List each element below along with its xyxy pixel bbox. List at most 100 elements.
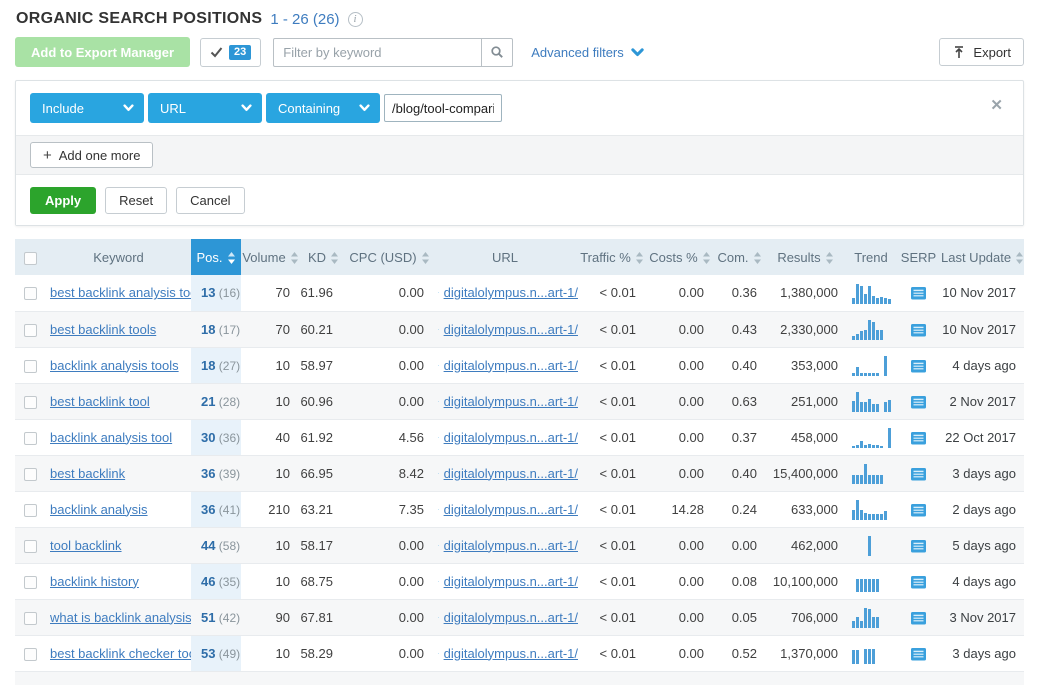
keyword-cell: best backlink tools [46,311,191,347]
keyword-link[interactable]: what is backlink analysis [50,610,191,625]
keyword-link[interactable]: backlink analysis tools [50,358,179,373]
serp-icon[interactable] [911,396,926,409]
serp-icon[interactable] [911,576,926,589]
add-to-export-manager-button[interactable]: Add to Export Manager [15,37,190,67]
kd-cell: 61.96 [300,275,347,311]
costs-cell: 0.00 [646,455,714,491]
row-checkbox[interactable] [24,432,37,445]
row-checkbox[interactable] [24,612,37,625]
column-header-results[interactable]: Results [765,239,846,275]
keyword-link[interactable]: backlink analysis tool [50,430,172,445]
trend-bar [860,621,863,628]
trend-bar [876,404,879,412]
url-link[interactable]: digitalolympus.n...art-1/ [444,574,578,589]
filter-value-input[interactable] [384,94,502,122]
url-link[interactable]: digitalolympus.n...art-1/ [444,394,578,409]
trend-bar [872,475,875,484]
advanced-filters-link[interactable]: Advanced filters [531,45,644,60]
selection-count-button[interactable]: 23 [200,38,261,67]
cpc-cell: 4.56 [347,419,432,455]
url-link[interactable]: digitalolympus.n...art-1/ [444,502,578,517]
keyword-link[interactable]: best backlink tools [50,322,156,337]
export-button[interactable]: Export [939,38,1024,66]
url-link[interactable]: digitalolympus.n...art-1/ [444,610,578,625]
select-all-checkbox[interactable] [24,252,37,265]
trend-bar [872,404,875,412]
column-label: Pos. [196,250,222,265]
column-header-com[interactable]: Com. [714,239,765,275]
row-checkbox[interactable] [24,504,37,517]
column-header-last_update[interactable]: Last Update [941,239,1024,275]
last-update-cell: 4 days ago [941,347,1024,383]
row-checkbox[interactable] [24,287,37,300]
keyword-link[interactable]: best backlink [50,466,125,481]
close-filter-icon[interactable]: ✕ [990,98,1003,113]
row-checkbox[interactable] [24,576,37,589]
checkmark-icon [210,46,223,58]
info-icon[interactable]: i [348,12,363,27]
keyword-link[interactable]: backlink analysis [50,502,148,517]
keyword-link[interactable]: tool backlink [50,538,122,553]
filter-operator-dropdown[interactable]: Containing [266,93,380,123]
competition-cell: 0.24 [714,491,765,527]
row-checkbox[interactable] [24,396,37,409]
trend-bar [884,402,887,412]
serp-icon[interactable] [911,432,926,445]
serp-cell [896,347,941,383]
serp-icon[interactable] [911,324,926,337]
trend-bar [864,294,867,304]
add-one-more-button[interactable]: + Add one more [30,142,153,168]
row-checkbox[interactable] [24,648,37,661]
serp-icon[interactable] [911,504,926,517]
traffic-cell: < 0.01 [578,527,646,563]
url-link[interactable]: digitalolympus.n...art-1/ [444,430,578,445]
sort-icon [702,251,711,265]
table-row-partial [15,671,1024,685]
row-select-cell [15,563,46,599]
keyword-link[interactable]: best backlink checker tool [50,646,191,661]
url-wrap: digitalolympus.n...art-1/ [438,394,578,409]
keyword-filter-input[interactable] [274,39,481,66]
row-checkbox[interactable] [24,360,37,373]
column-header-cpc[interactable]: CPC (USD) [347,239,432,275]
traffic-cell: < 0.01 [578,455,646,491]
keyword-link[interactable]: backlink history [50,574,139,589]
url-link[interactable]: digitalolympus.n...art-1/ [444,538,578,553]
filter-mode-dropdown[interactable]: Include [30,93,144,123]
keyword-link[interactable]: best backlink analysis tool [50,285,191,300]
filter-field-dropdown[interactable]: URL [148,93,262,123]
url-link[interactable]: digitalolympus.n...art-1/ [444,285,578,300]
apply-button[interactable]: Apply [30,187,96,214]
row-checkbox[interactable] [24,540,37,553]
column-header-volume[interactable]: Volume [241,239,300,275]
serp-icon[interactable] [911,540,926,553]
positions-table-wrap: KeywordPos.VolumeKDCPC (USD)URLTraffic %… [15,239,1024,685]
column-header-costs[interactable]: Costs % [646,239,714,275]
url-cell: digitalolympus.n...art-1/ [432,563,578,599]
url-link[interactable]: digitalolympus.n...art-1/ [444,466,578,481]
serp-icon[interactable] [911,468,926,481]
column-header-pos[interactable]: Pos. [191,239,241,275]
serp-icon[interactable] [911,360,926,373]
reset-button[interactable]: Reset [105,187,167,214]
page-title: ORGANIC SEARCH POSITIONS [16,10,262,28]
cancel-button[interactable]: Cancel [176,187,244,214]
position-value: 36 [201,466,215,481]
keyword-cell: backlink analysis [46,491,191,527]
serp-icon[interactable] [911,612,926,625]
serp-icon[interactable] [911,287,926,300]
row-checkbox[interactable] [24,468,37,481]
partial-cell [191,671,241,685]
url-link[interactable]: digitalolympus.n...art-1/ [444,646,578,661]
serp-icon[interactable] [911,648,926,661]
url-link[interactable]: digitalolympus.n...art-1/ [444,322,578,337]
url-link[interactable]: digitalolympus.n...art-1/ [444,358,578,373]
row-checkbox[interactable] [24,324,37,337]
trend-bar [856,445,859,448]
column-header-traffic[interactable]: Traffic % [578,239,646,275]
column-header-kd[interactable]: KD [300,239,347,275]
column-header-sel[interactable] [15,239,46,275]
table-row: best backlink tool21 (28)1060.960.00digi… [15,383,1024,419]
search-button[interactable] [481,39,512,66]
keyword-link[interactable]: best backlink tool [50,394,150,409]
